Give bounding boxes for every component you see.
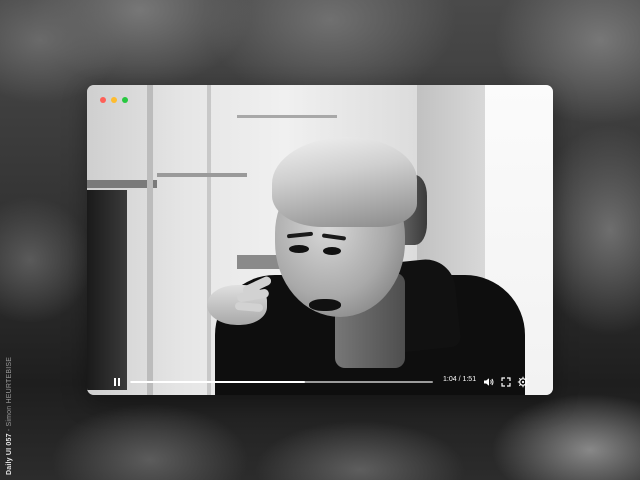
maximize-dot[interactable] (122, 97, 128, 103)
caption-series: Daily UI 057 (6, 433, 13, 475)
progress-fill (130, 381, 305, 383)
settings-icon[interactable] (517, 376, 529, 388)
video-player-window: 1:04 / 1:51 (87, 85, 553, 395)
caption-author: Simon HEURTEBISE (6, 356, 13, 427)
close-dot[interactable] (100, 97, 106, 103)
volume-icon[interactable] (483, 376, 495, 388)
pause-icon[interactable] (114, 378, 121, 386)
window-traffic-lights (100, 97, 128, 103)
fullscreen-icon[interactable] (500, 376, 512, 388)
side-caption: Daily UI 057 - Simon HEURTEBISE (6, 300, 20, 475)
time-display: 1:04 / 1:51 (443, 376, 477, 383)
video-frame (87, 85, 553, 395)
player-controls: 1:04 / 1:51 (87, 369, 553, 395)
progress-bar[interactable] (130, 381, 433, 383)
minimize-dot[interactable] (111, 97, 117, 103)
caption-separator: - (6, 426, 13, 434)
